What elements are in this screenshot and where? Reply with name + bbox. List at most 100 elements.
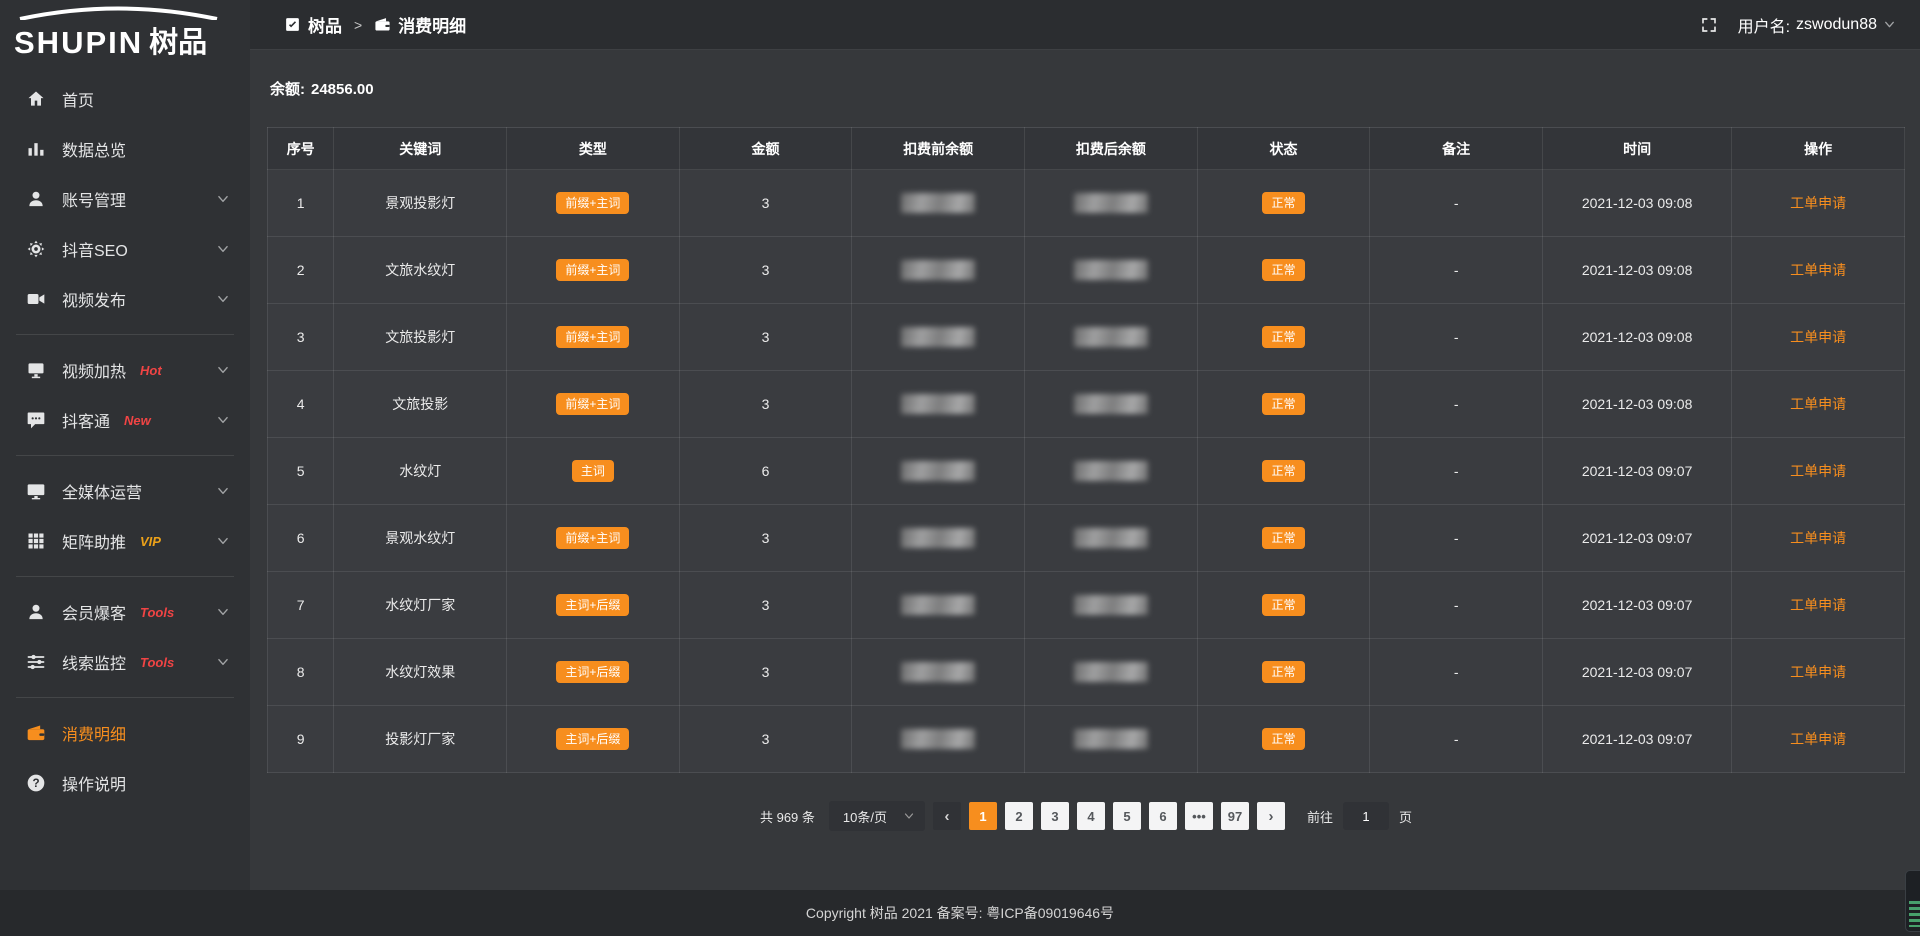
page-button-5[interactable]: 5 xyxy=(1113,802,1141,830)
page-button-1[interactable]: 1 xyxy=(969,802,997,830)
column-header: 时间 xyxy=(1542,128,1731,170)
consumption-table: 序号关键词类型金额扣费前余额扣费后余额状态备注时间操作 1 景观投影灯 前缀+主… xyxy=(267,127,1905,773)
breadcrumb-label: 树品 xyxy=(308,12,342,37)
sidebar-item-matrix-boost[interactable]: 矩阵助推 VIP xyxy=(0,516,250,566)
ticket-request-link[interactable]: 工单申请 xyxy=(1790,195,1846,211)
type-badge: 前缀+主词 xyxy=(556,326,629,348)
comment-icon xyxy=(26,410,46,430)
video-icon xyxy=(26,289,46,309)
balance-before-redacted xyxy=(901,461,975,481)
sidebar-item-media-operation[interactable]: 全媒体运营 xyxy=(0,466,250,516)
status-badge: 正常 xyxy=(1262,594,1304,616)
status-badge: 正常 xyxy=(1262,460,1304,482)
sidebar-item-home[interactable]: 首页 xyxy=(0,74,250,124)
page-ellipsis-button[interactable]: ••• xyxy=(1185,802,1213,830)
sidebar-item-data-overview[interactable]: 数据总览 xyxy=(0,124,250,174)
balance-before-redacted xyxy=(901,595,975,615)
ticket-request-link[interactable]: 工单申请 xyxy=(1790,530,1846,546)
sidebar-item-label: 抖客通 xyxy=(62,408,110,432)
column-header: 备注 xyxy=(1370,128,1543,170)
table-row: 5 水纹灯 主词 6 正常 - 2021-12-03 09:07 工单申请 xyxy=(268,438,1905,505)
cell-remark: - xyxy=(1370,237,1543,304)
ticket-request-link[interactable]: 工单申请 xyxy=(1790,329,1846,345)
page-button-3[interactable]: 3 xyxy=(1041,802,1069,830)
sidebar-item-label: 线索监控 xyxy=(62,650,126,674)
ticket-request-link[interactable]: 工单申请 xyxy=(1790,731,1846,747)
page-button-97[interactable]: 97 xyxy=(1221,802,1249,830)
sidebar: SHUPIN 树品 首页 数据总览 账号管理 抖音SEO 视频发布 视频加热 H… xyxy=(0,0,250,936)
ticket-request-link[interactable]: 工单申请 xyxy=(1790,597,1846,613)
table-row: 2 文旅水纹灯 前缀+主词 3 正常 - 2021-12-03 09:08 工单… xyxy=(268,237,1905,304)
sidebar-divider xyxy=(16,455,234,456)
sidebar-item-douketong[interactable]: 抖客通 New xyxy=(0,395,250,445)
sidebar-item-member-burst[interactable]: 会员爆客 Tools xyxy=(0,587,250,637)
grid-icon xyxy=(26,531,46,551)
balance-after-redacted xyxy=(1074,595,1148,615)
cell-keyword: 文旅水纹灯 xyxy=(334,237,507,304)
table-header-row: 序号关键词类型金额扣费前余额扣费后余额状态备注时间操作 xyxy=(268,128,1905,170)
type-badge: 前缀+主词 xyxy=(556,259,629,281)
breadcrumb-item-home[interactable]: 树品 xyxy=(284,12,342,37)
page-size-select[interactable]: 10条/页 xyxy=(829,801,925,831)
user-icon xyxy=(26,602,46,622)
ticket-request-link[interactable]: 工单申请 xyxy=(1790,664,1846,680)
cell-keyword: 景观水纹灯 xyxy=(334,505,507,572)
table-row: 8 水纹灯效果 主词+后缀 3 正常 - 2021-12-03 09:07 工单… xyxy=(268,639,1905,706)
cell-index: 9 xyxy=(268,706,334,773)
column-header: 扣费后余额 xyxy=(1025,128,1198,170)
sidebar-item-douyin-seo[interactable]: 抖音SEO xyxy=(0,224,250,274)
sidebar-item-lead-monitor[interactable]: 线索监控 Tools xyxy=(0,637,250,687)
balance-after-redacted xyxy=(1074,193,1148,213)
cell-time: 2021-12-03 09:07 xyxy=(1542,639,1731,706)
balance-before-redacted xyxy=(901,729,975,749)
user-dropdown[interactable]: 用户名: zswodun88 xyxy=(1738,13,1896,37)
wallet-icon xyxy=(374,16,391,33)
sidebar-item-video-heat[interactable]: 视频加热 Hot xyxy=(0,345,250,395)
balance-before-redacted xyxy=(901,394,975,414)
chevron-down-icon xyxy=(216,292,230,306)
copyright-text: Copyright 树品 2021 备案号: 粤ICP备09019646号 xyxy=(806,903,1114,923)
question-icon xyxy=(26,773,46,793)
goto-page-input[interactable] xyxy=(1343,802,1389,830)
chevron-down-icon xyxy=(216,605,230,619)
cell-amount: 3 xyxy=(679,170,852,237)
status-badge: 正常 xyxy=(1262,728,1304,750)
fullscreen-icon[interactable] xyxy=(1700,16,1718,34)
breadcrumb-label: 消费明细 xyxy=(398,12,466,37)
status-badge: 正常 xyxy=(1262,192,1304,214)
balance-after-redacted xyxy=(1074,662,1148,682)
user-icon xyxy=(26,189,46,209)
cell-amount: 3 xyxy=(679,706,852,773)
table-row: 6 景观水纹灯 前缀+主词 3 正常 - 2021-12-03 09:07 工单… xyxy=(268,505,1905,572)
balance-after-redacted xyxy=(1074,260,1148,280)
cell-remark: - xyxy=(1370,572,1543,639)
balance-after-redacted xyxy=(1074,327,1148,347)
page-button-6[interactable]: 6 xyxy=(1149,802,1177,830)
cell-keyword: 水纹灯 xyxy=(334,438,507,505)
cell-index: 2 xyxy=(268,237,334,304)
sidebar-divider xyxy=(16,334,234,335)
cell-time: 2021-12-03 09:08 xyxy=(1542,304,1731,371)
sidebar-item-operation-guide[interactable]: 操作说明 xyxy=(0,758,250,808)
next-page-button[interactable]: › xyxy=(1257,802,1285,830)
page-button-2[interactable]: 2 xyxy=(1005,802,1033,830)
column-header: 类型 xyxy=(507,128,680,170)
logo-arc xyxy=(16,6,221,20)
status-badge: 正常 xyxy=(1262,661,1304,683)
balance-before-redacted xyxy=(901,327,975,347)
cell-time: 2021-12-03 09:08 xyxy=(1542,170,1731,237)
ticket-request-link[interactable]: 工单申请 xyxy=(1790,396,1846,412)
ticket-request-link[interactable]: 工单申请 xyxy=(1790,463,1846,479)
chevron-down-icon xyxy=(216,655,230,669)
corner-widget-stripes xyxy=(1909,901,1920,927)
balance-before-redacted xyxy=(901,528,975,548)
status-badge: 正常 xyxy=(1262,326,1304,348)
ticket-request-link[interactable]: 工单申请 xyxy=(1790,262,1846,278)
sidebar-item-account-management[interactable]: 账号管理 xyxy=(0,174,250,224)
sidebar-item-video-publish[interactable]: 视频发布 xyxy=(0,274,250,324)
goto-suffix: 页 xyxy=(1399,807,1412,826)
page-button-4[interactable]: 4 xyxy=(1077,802,1105,830)
prev-page-button[interactable]: ‹ xyxy=(933,802,961,830)
type-badge: 前缀+主词 xyxy=(556,192,629,214)
sidebar-item-consumption-detail[interactable]: 消费明细 xyxy=(0,708,250,758)
